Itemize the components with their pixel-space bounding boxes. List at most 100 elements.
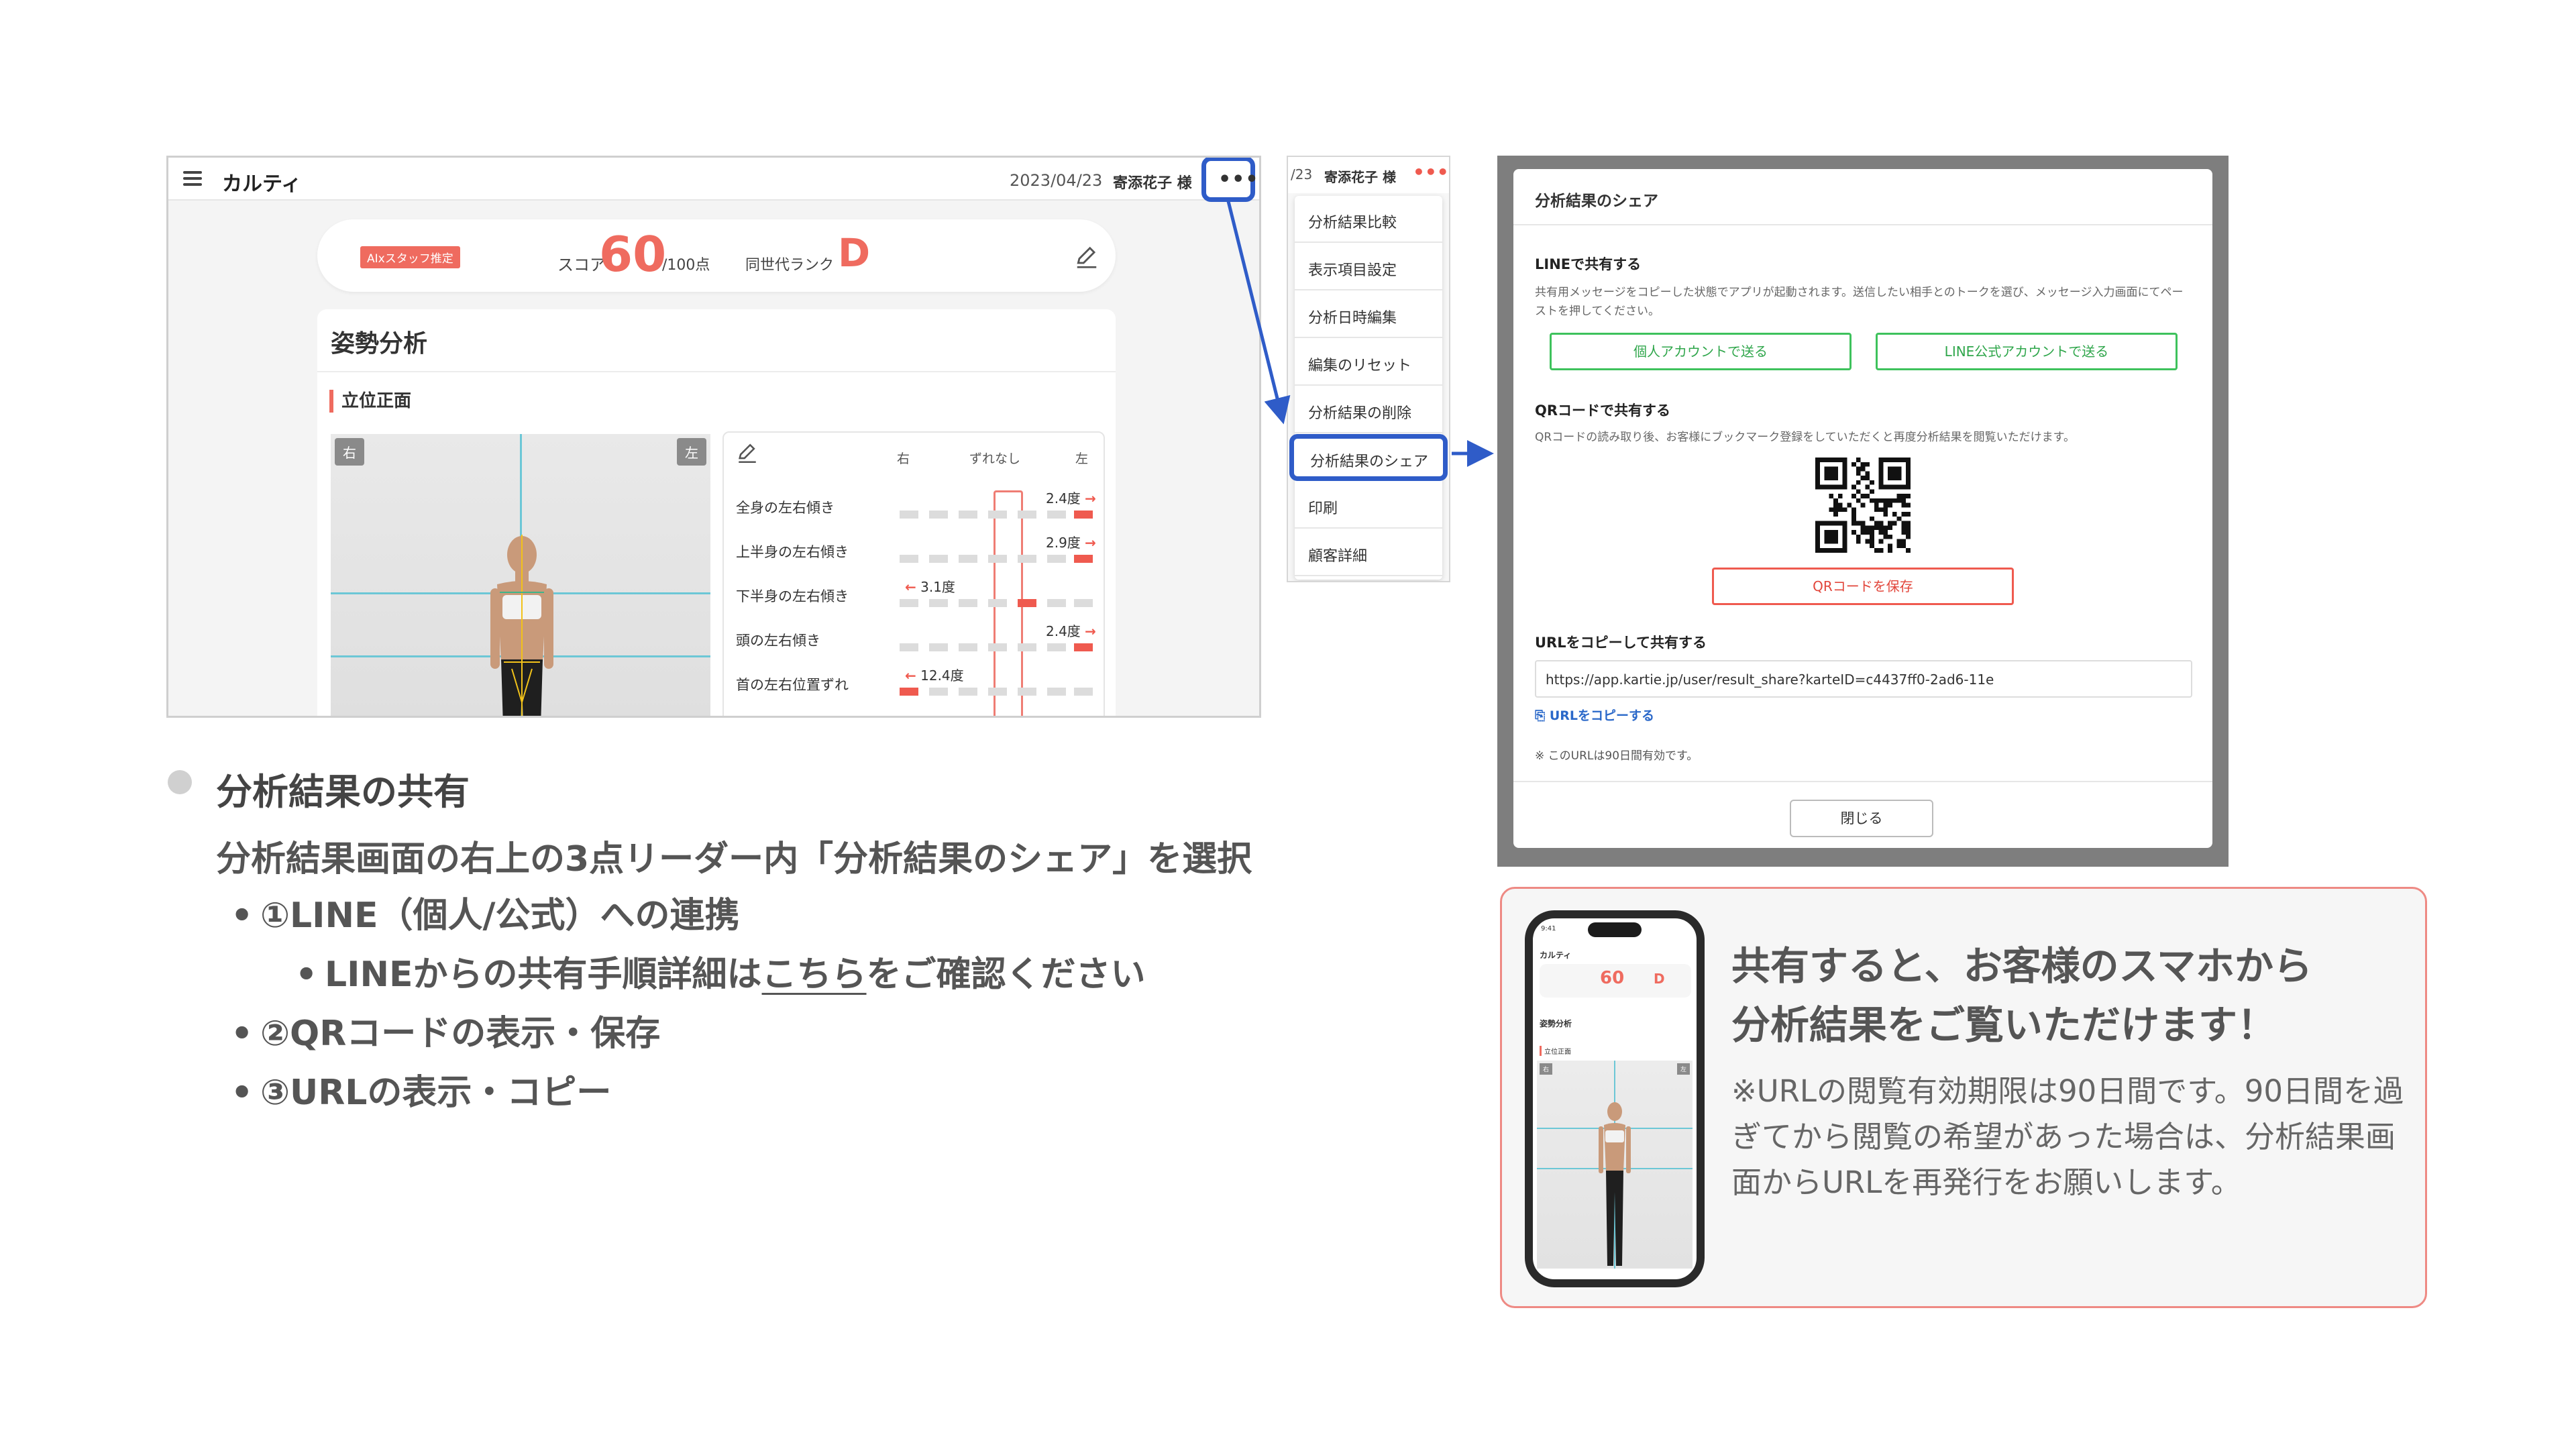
bar-segment (1047, 643, 1066, 651)
copy-url-link[interactable]: ⎘ URLをコピーする (1535, 706, 1654, 724)
deviation-bar (900, 643, 1101, 651)
bar-segment (959, 599, 977, 607)
deviation-bar (900, 599, 1101, 607)
deviation-bar (900, 688, 1101, 696)
row-value-text: 2.4度 (1046, 490, 1081, 506)
bar-segment (988, 599, 1007, 607)
bar-segment (900, 643, 918, 651)
dialog-title: 分析結果のシェア (1535, 193, 1658, 210)
header-date: 2023/04/23 (1010, 171, 1103, 190)
bullet-icon: • (295, 955, 318, 995)
list-item: • LINEからの共有手順詳細はこちらをご確認ください (295, 946, 1146, 996)
menu-item[interactable]: 印刷 (1295, 482, 1442, 529)
phone-tag-left: 左 (1676, 1063, 1690, 1075)
menu-header: /23 寄添花子 様 ••• (1288, 157, 1449, 193)
list-item-text: ③URLの表示・コピー (260, 1073, 612, 1113)
deviation-bar (900, 555, 1101, 563)
bar-segment (988, 688, 1007, 696)
bar-segment (929, 555, 948, 563)
phone-score: 60 (1600, 968, 1625, 988)
menu-item[interactable]: 分析結果比較 (1295, 196, 1442, 243)
bar-segment (1018, 511, 1036, 519)
bar-segment (1047, 511, 1066, 519)
bullet-icon: • (231, 1014, 254, 1054)
bar-segment (929, 511, 948, 519)
bar-segment (1047, 599, 1066, 607)
bar-segment (929, 599, 948, 607)
row-value: ← 12.4度 (905, 665, 964, 684)
phone-brand: カルティ (1540, 951, 1572, 960)
list-item-text: ②QRコードの表示・保存 (260, 1014, 661, 1054)
phone-time: 9:41 (1541, 925, 1556, 932)
more-dots-icon[interactable]: ••• (1413, 161, 1449, 183)
line-personal-button[interactable]: 個人アカウントで送る (1550, 333, 1851, 370)
row-label: 下半身の左右傾き (736, 588, 849, 604)
bar-segment (900, 555, 918, 563)
phone-panel-title: 姿勢分析 (1540, 1019, 1572, 1028)
hamburger-menu-icon[interactable] (183, 171, 202, 186)
bar-segment (988, 643, 1007, 651)
section-title: 分析結果の共有 (216, 771, 470, 813)
menu-item[interactable]: 表示項目設定 (1295, 244, 1442, 290)
close-button[interactable]: 閉じる (1790, 800, 1933, 837)
url-validity-note: ※ このURLは90日間有効です。 (1535, 749, 1699, 763)
bar-segment (1074, 555, 1093, 563)
deviation-bar (900, 511, 1101, 519)
row-value: ← 3.1度 (905, 576, 955, 596)
dialog-divider (1513, 781, 2212, 782)
bar-segment (929, 688, 948, 696)
menu-item[interactable]: 分析日時編集 (1295, 291, 1442, 338)
row-value-text: 2.4度 (1046, 623, 1081, 639)
share-dialog-screenshot: 分析結果のシェア LINEで共有する 共有用メッセージをコピーした状態でアプリが… (1497, 156, 2229, 867)
edit-pencil-icon[interactable] (736, 442, 759, 465)
bullet-icon: • (231, 896, 254, 936)
col-header-left: 左 (1075, 451, 1089, 466)
bar-segment (959, 688, 977, 696)
score-max: /100点 (662, 257, 710, 274)
row-label: 全身の左右傾き (736, 500, 835, 516)
bullet-dot (168, 770, 192, 794)
bar-segment (900, 599, 918, 607)
line-official-button[interactable]: LINE公式アカウントで送る (1876, 333, 2178, 370)
menu-item[interactable]: 編集のリセット (1295, 339, 1442, 386)
menu-screenshot: /23 寄添花子 様 ••• 分析結果比較 表示項目設定 分析日時編集 編集のリセット… (1287, 156, 1450, 582)
bar-segment (988, 511, 1007, 519)
app-header: カルティ 2023/04/23 寄添花子 様 ••• (168, 158, 1259, 202)
details-link[interactable]: こちら (762, 955, 867, 995)
bar-segment (1074, 511, 1093, 519)
line-heading: LINEで共有する (1535, 256, 1642, 272)
copy-url-label: URLをコピーする (1549, 708, 1654, 723)
line-description: 共有用メッセージをコピーした状態でアプリが起動されます。送信したい相手とのトーク… (1535, 286, 2184, 318)
col-header-center: ずれなし (969, 451, 1021, 466)
list-item-text: をご確認ください (866, 955, 1146, 995)
list-item: • ②QRコードの表示・保存 (231, 1005, 660, 1055)
bar-segment (1018, 643, 1036, 651)
row-value: 2.4度 → (1046, 488, 1096, 507)
callout-headline: 分析結果をご覧いただけます！ (1731, 1002, 2277, 1048)
menu-item[interactable]: 分析結果の削除 (1295, 386, 1442, 433)
menu-date: /23 (1291, 166, 1313, 182)
phone-mockup: 9:41 カルティ 60 D 姿勢分析 立位正面 右 左 (1525, 910, 1705, 1287)
bar-segment (1074, 599, 1093, 607)
menu-item[interactable]: 分析結果のシェア (1289, 434, 1448, 481)
save-qr-button[interactable]: QRコードを保存 (1712, 568, 2014, 605)
panel-divider (317, 371, 1116, 372)
row-value-text: 3.1度 (920, 579, 955, 595)
more-menu-button[interactable]: ••• (1201, 158, 1258, 202)
share-dialog: 分析結果のシェア LINEで共有する 共有用メッセージをコピーした状態でアプリが… (1513, 169, 2212, 848)
bar-segment (959, 643, 977, 651)
bar-segment (1047, 688, 1066, 696)
rank-value: D (838, 230, 871, 276)
row-value-text: 2.9度 (1046, 535, 1081, 551)
share-url-field[interactable]: https://app.kartie.jp/user/result_share?… (1535, 660, 2192, 698)
menu-item[interactable]: 顧客詳細 (1295, 529, 1442, 576)
body-figure-image (490, 535, 553, 716)
edit-pencil-icon[interactable] (1074, 245, 1099, 270)
arrow-right-icon: → (1085, 490, 1096, 506)
phone-rank: D (1654, 971, 1665, 987)
posture-panel: 姿勢分析 立位正面 右 左 右 ずれなし 左 全身の左右傾き 2.4度 → 上半… (317, 309, 1116, 716)
qr-heading: QRコードで共有する (1535, 402, 1671, 419)
customer-name: 寄添花子 様 (1113, 175, 1192, 192)
posture-photo: 右 左 (331, 434, 710, 716)
score-card: AIxスタッフ推定 スコア 60 /100点 同世代ランク D (317, 219, 1116, 292)
